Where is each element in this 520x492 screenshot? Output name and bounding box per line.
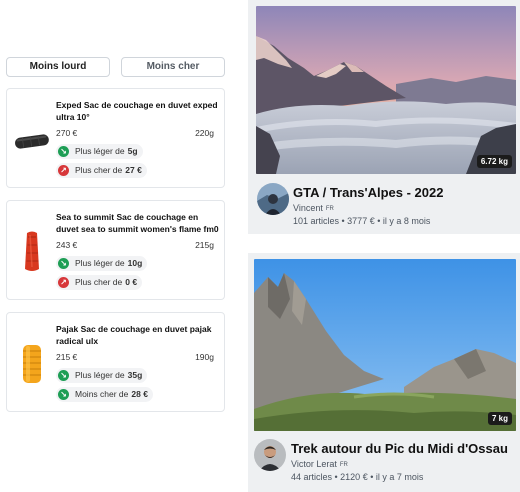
tab-cheapest[interactable]: Moins cher <box>121 57 225 77</box>
arrow-up-icon: ↗ <box>58 165 69 176</box>
trip-photo: 7 kg <box>254 259 516 431</box>
trip-weight-badge: 6.72 kg <box>476 155 512 168</box>
product-image <box>13 119 51 165</box>
product-price: 243 € <box>56 240 78 250</box>
trip-title[interactable]: Trek autour du Pic du Midi d'Ossau <box>291 441 508 456</box>
trip-weight-badge: 7 kg <box>487 412 512 425</box>
product-card[interactable]: Sea to summit Sac de couchage en duvet s… <box>6 200 225 300</box>
weight-diff-badge: ↘ Plus léger de 10g <box>56 256 148 271</box>
product-image <box>13 341 51 387</box>
product-image <box>13 229 51 275</box>
weight-diff-badge: ↘ Plus léger de 5g <box>56 144 143 159</box>
product-title: Exped Sac de couchage en duvet exped ult… <box>56 100 218 122</box>
trip-author[interactable]: Vincent FR <box>293 203 334 213</box>
country-code: FR <box>325 206 334 212</box>
product-card[interactable]: Pajak Sac de couchage en duvet pajak rad… <box>6 312 225 412</box>
product-weight: 220g <box>195 128 214 138</box>
sort-tabs: Moins lourd Moins cher <box>6 57 226 77</box>
price-diff-badge: ↗ Plus cher de 0 € <box>56 275 143 290</box>
product-price: 270 € <box>56 128 78 138</box>
arrow-down-icon: ↘ <box>58 370 69 381</box>
trip-photo: 6.72 kg <box>256 6 516 174</box>
product-card[interactable]: Exped Sac de couchage en duvet exped ult… <box>6 88 225 188</box>
avatar[interactable] <box>254 439 286 471</box>
product-title: Sea to summit Sac de couchage en duvet s… <box>56 212 219 234</box>
price-diff-badge: ↗ Plus cher de 27 € <box>56 163 147 178</box>
arrow-up-icon: ↗ <box>58 277 69 288</box>
product-weight: 215g <box>195 240 214 250</box>
product-weight: 190g <box>195 352 214 362</box>
trip-meta: 44 articles • 2120 € • il y a 7 mois <box>291 472 424 482</box>
trip-title[interactable]: GTA / Trans'Alpes - 2022 <box>293 185 443 200</box>
product-title: Pajak Sac de couchage en duvet pajak rad… <box>56 324 212 346</box>
avatar[interactable] <box>257 183 289 215</box>
weight-diff-badge: ↘ Plus léger de 35g <box>56 368 148 383</box>
tab-lightest[interactable]: Moins lourd <box>6 57 110 77</box>
trip-card[interactable]: 7 kg Trek autour du Pic du Midi d'Ossau … <box>248 253 520 492</box>
trip-card[interactable]: 6.72 kg GTA / Trans'Alpes - 2022 Vincent… <box>248 0 520 234</box>
arrow-down-icon: ↘ <box>58 146 69 157</box>
arrow-down-icon: ↘ <box>58 258 69 269</box>
trip-meta: 101 articles • 3777 € • il y a 8 mois <box>293 216 431 226</box>
product-price: 215 € <box>56 352 78 362</box>
price-diff-badge: ↘ Moins cher de 28 € <box>56 387 153 402</box>
country-code: FR <box>339 462 348 468</box>
trip-author[interactable]: Victor Lerat FR <box>291 459 348 469</box>
arrow-down-icon: ↘ <box>58 389 69 400</box>
